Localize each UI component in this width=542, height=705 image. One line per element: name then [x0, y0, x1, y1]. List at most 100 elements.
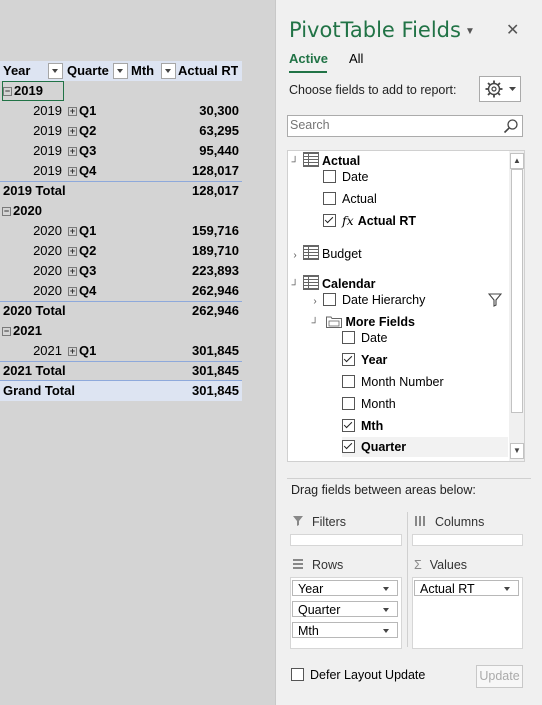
field-month[interactable]: Month — [342, 394, 396, 414]
pivottable-fields-pane: PivotTable Fields ▼ ✕ Active All Choose … — [275, 0, 542, 705]
checkbox[interactable] — [291, 668, 304, 681]
scroll-thumb[interactable] — [511, 169, 523, 413]
folder-icon — [326, 316, 343, 328]
field-month-number[interactable]: Month Number — [342, 372, 444, 392]
checkbox[interactable] — [342, 375, 355, 388]
subtotal-label: 2020 Total — [3, 303, 66, 318]
subtotal-value: 301,845 — [192, 363, 239, 378]
row-quarter[interactable]: + Q3 — [68, 261, 126, 281]
row-quarter[interactable]: + Q2 — [68, 121, 126, 141]
row-value: 189,710 — [192, 243, 239, 258]
checkbox[interactable] — [342, 397, 355, 410]
expand-icon[interactable]: › — [290, 246, 300, 266]
collapse-icon[interactable]: ┘ — [290, 276, 300, 296]
pane-options-icon[interactable]: ▼ — [465, 26, 475, 37]
values-item-actual-rt[interactable]: Actual RT — [414, 580, 519, 596]
filter-icon — [488, 293, 502, 307]
row-value: 128,017 — [192, 163, 239, 178]
row-value: 95,440 — [199, 143, 239, 158]
defer-layout-update[interactable]: Defer Layout Update — [291, 665, 425, 685]
expand-icon[interactable]: + — [68, 227, 77, 236]
year-filter-dropdown[interactable] — [48, 63, 63, 79]
gear-icon[interactable] — [479, 76, 521, 102]
rows-icon — [293, 559, 303, 569]
checkbox[interactable] — [323, 192, 336, 205]
collapse-icon[interactable]: − — [3, 87, 12, 96]
tab-active[interactable]: Active — [289, 51, 328, 66]
expand-icon[interactable]: + — [68, 107, 77, 116]
collapse-icon[interactable]: ┘ — [290, 153, 300, 173]
checkbox[interactable] — [323, 293, 336, 306]
grand-total-value: 301,845 — [192, 383, 239, 398]
scroll-up-icon[interactable]: ▲ — [510, 153, 524, 169]
rows-item-year[interactable]: Year — [292, 580, 398, 596]
row-value: 63,295 — [199, 123, 239, 138]
row-quarter[interactable]: + Q3 — [68, 141, 126, 161]
row-year: 2020 — [33, 283, 62, 298]
subtotal-label: 2021 Total — [3, 363, 66, 378]
expand-icon[interactable]: + — [68, 167, 77, 176]
collapse-icon[interactable]: ┘ — [310, 314, 320, 334]
rows-item-quarter[interactable]: Quarter — [292, 601, 398, 617]
checkbox-checked[interactable] — [342, 419, 355, 432]
field-date-hierarchy[interactable]: › Date Hierarchy — [310, 290, 425, 310]
expand-icon[interactable]: + — [68, 267, 77, 276]
checkbox-checked[interactable] — [323, 214, 336, 227]
subtotal-value: 128,017 — [192, 183, 239, 198]
row-quarter[interactable]: + Q2 — [68, 241, 126, 261]
expand-icon[interactable]: + — [68, 287, 77, 296]
table-budget[interactable]: › Budget — [290, 244, 362, 264]
field-year[interactable]: Year — [342, 350, 387, 370]
columns-drop-area[interactable] — [412, 534, 523, 546]
row-year: 2020 — [33, 223, 62, 238]
expand-icon[interactable]: › — [310, 292, 320, 312]
expand-icon[interactable]: + — [68, 127, 77, 136]
row-quarter[interactable]: + Q4 — [68, 281, 126, 301]
spreadsheet-grid[interactable]: Year Quarte Mth Actual RT −2019 2019 + Q1 30… — [0, 0, 275, 705]
search-input[interactable] — [288, 116, 495, 134]
field-calendar-date[interactable]: Date — [342, 328, 387, 348]
collapse-icon[interactable]: − — [2, 207, 11, 216]
table-icon — [303, 152, 319, 167]
close-icon[interactable]: ✕ — [506, 20, 519, 40]
rows-area-label: Rows — [292, 558, 343, 572]
checkbox-checked[interactable] — [342, 440, 355, 453]
drag-fields-label: Drag fields between areas below: — [291, 483, 476, 497]
search-icon[interactable] — [503, 118, 519, 134]
row-value: 30,300 — [199, 103, 239, 118]
field-quarter[interactable]: Quarter — [342, 437, 508, 457]
expand-icon[interactable]: + — [68, 147, 77, 156]
field-list[interactable]: ┘ Actual Date Actual fx Actual RT › Budget … — [287, 150, 525, 462]
row-year: 2020 — [33, 263, 62, 278]
year-group-header[interactable]: −2020 — [2, 201, 64, 221]
expand-icon[interactable]: + — [68, 347, 77, 356]
grand-total-label: Grand Total — [3, 383, 75, 398]
row-quarter[interactable]: + Q1 — [68, 341, 126, 361]
field-actual-date[interactable]: Date — [323, 167, 368, 187]
row-quarter[interactable]: + Q1 — [68, 221, 126, 241]
collapse-icon[interactable]: − — [2, 327, 11, 336]
subtotal-label: 2019 Total — [3, 183, 66, 198]
search-box[interactable] — [287, 115, 523, 137]
expand-icon[interactable]: + — [68, 247, 77, 256]
year-group-header[interactable]: −2019 — [2, 81, 64, 101]
columns-area-label: Columns — [414, 515, 484, 529]
field-mth[interactable]: Mth — [342, 416, 383, 436]
update-button[interactable]: Update — [476, 665, 523, 688]
checkbox-checked[interactable] — [342, 353, 355, 366]
field-actual-actual[interactable]: Actual — [323, 189, 377, 209]
mth-filter-dropdown[interactable] — [161, 63, 176, 79]
row-quarter[interactable]: + Q4 — [68, 161, 126, 181]
checkbox[interactable] — [323, 170, 336, 183]
rows-item-mth[interactable]: Mth — [292, 622, 398, 638]
row-value: 301,845 — [192, 343, 239, 358]
field-actual-rt[interactable]: fx Actual RT — [323, 211, 416, 231]
field-list-scrollbar[interactable]: ▲ ▼ — [509, 151, 524, 461]
filters-drop-area[interactable] — [290, 534, 402, 546]
tab-all[interactable]: All — [349, 51, 363, 66]
year-group-header[interactable]: −2021 — [2, 321, 64, 341]
scroll-down-icon[interactable]: ▼ — [510, 443, 524, 459]
quarter-filter-dropdown[interactable] — [113, 63, 128, 79]
row-quarter[interactable]: + Q1 — [68, 101, 126, 121]
checkbox[interactable] — [342, 331, 355, 344]
